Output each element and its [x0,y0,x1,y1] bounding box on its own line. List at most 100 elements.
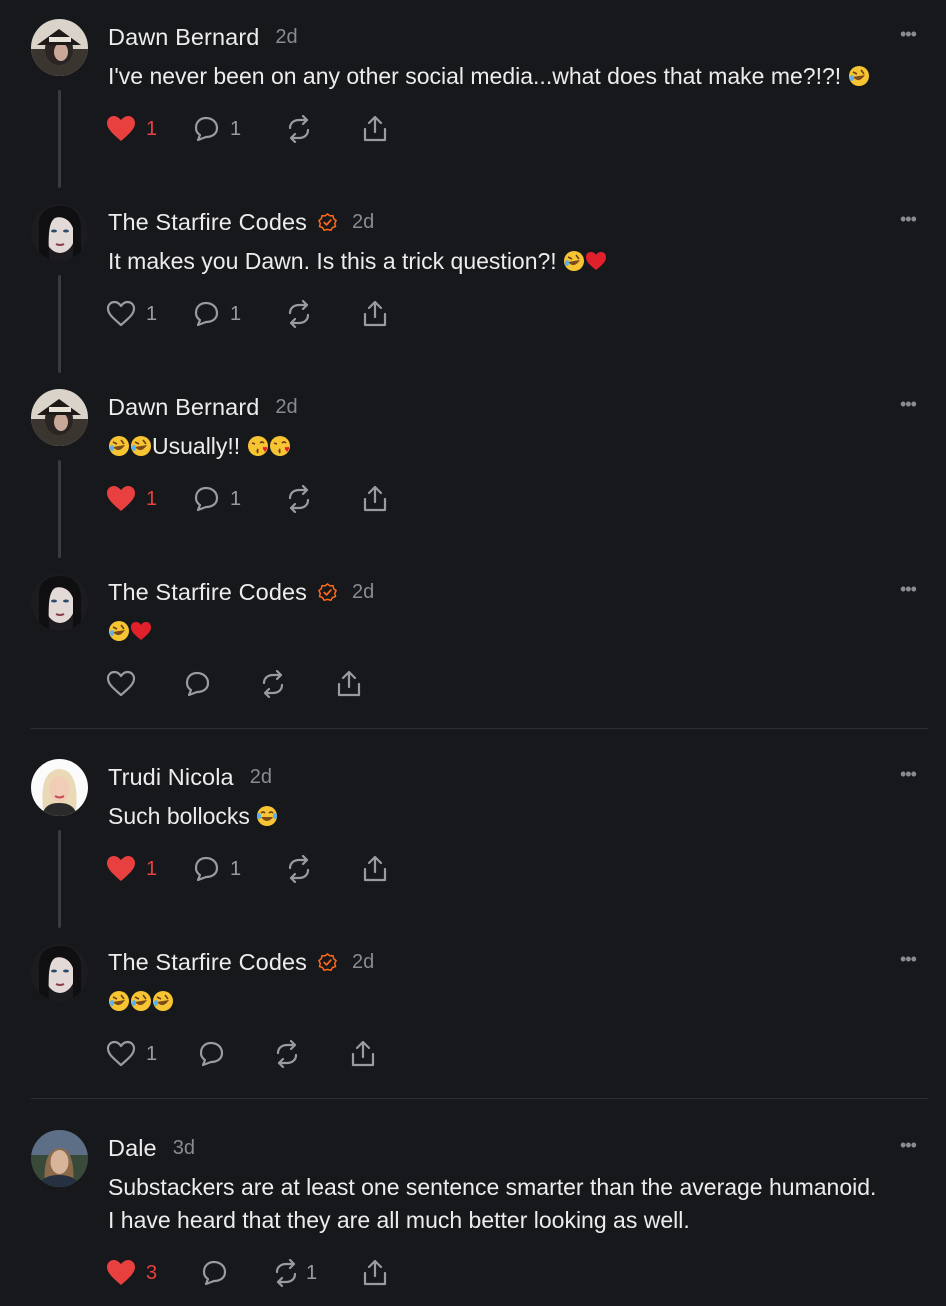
comment-text: It makes you Dawn. Is this a trick quest… [108,245,928,278]
timestamp[interactable]: 2d [352,581,374,604]
heart-icon [107,486,135,511]
comment-header: Dale 3d [108,1133,195,1163]
comment-bubble-icon [194,856,219,882]
rofl-emoji-icon [131,991,151,1011]
share-upload-icon [363,855,387,882]
reply-count: 1 [230,302,242,325]
avatar-dale[interactable] [31,1130,88,1187]
verified-badge-icon [318,212,338,231]
timestamp[interactable]: 2d [352,211,374,234]
thread-divider [31,1098,928,1099]
comment-actions: 1 1 [106,479,426,519]
more-dots-icon[interactable]: ••• [900,209,926,233]
author-name[interactable]: Dawn Bernard [108,24,259,51]
author-name[interactable]: The Starfire Codes [108,949,307,976]
reply-button[interactable]: 1 [192,479,241,519]
kiss-emoji-icon [269,436,290,456]
avatar-trudi-nicola[interactable] [31,759,88,816]
reply-button[interactable] [200,1253,238,1293]
share-button[interactable] [349,1034,377,1074]
comment-actions: 1 1 [106,109,426,149]
reply-button[interactable]: 1 [192,109,241,149]
share-upload-icon [363,115,387,142]
reply-button[interactable]: 1 [192,294,241,334]
heart-icon [106,300,136,327]
share-button[interactable] [361,109,389,149]
restack-button[interactable] [259,664,287,704]
share-button[interactable] [361,294,389,334]
avatar-dawn-bernard[interactable] [31,389,88,446]
like-button[interactable]: 1 [106,294,157,334]
share-button[interactable] [361,479,389,519]
reply-button[interactable]: 1 [192,849,241,889]
rofl-emoji-icon [131,436,151,456]
thread-line [58,830,61,928]
like-button[interactable]: 1 [106,1034,157,1074]
author-name[interactable]: Dale [108,1135,157,1162]
restack-count: 1 [306,1261,318,1284]
heart-icon [106,670,136,697]
timestamp[interactable]: 2d [275,26,297,49]
comment-text-content: It makes you Dawn. Is this a trick quest… [108,248,564,274]
rofl-emoji-icon [109,436,129,456]
comment-bubble-icon [199,1041,224,1067]
like-button[interactable]: 1 [106,109,157,149]
like-button[interactable] [106,664,136,704]
like-button[interactable]: 3 [106,1253,157,1293]
heart-icon [107,116,135,141]
heart-icon [106,1040,136,1067]
share-upload-icon [363,300,387,327]
author-name[interactable]: The Starfire Codes [108,209,307,236]
restack-button[interactable]: 1 [272,1253,317,1293]
restack-button[interactable] [285,109,323,149]
timestamp[interactable]: 2d [275,396,297,419]
share-button[interactable] [335,664,363,704]
restack-arrows-icon [276,1040,298,1068]
author-name[interactable]: Trudi Nicola [108,764,234,791]
red-heart-emoji-icon [131,622,151,640]
restack-button[interactable] [285,849,323,889]
thread-line [58,90,61,188]
timestamp[interactable]: 2d [250,766,272,789]
avatar-starfire-codes[interactable] [31,574,88,631]
comment-actions: 1 1 [106,849,426,889]
reply-count: 1 [230,857,242,880]
like-count: 1 [146,487,158,510]
more-dots-icon[interactable]: ••• [900,24,926,48]
more-dots-icon[interactable]: ••• [900,394,926,418]
restack-button[interactable] [273,1034,301,1074]
reply-button[interactable] [197,1034,225,1074]
like-button[interactable]: 1 [106,849,157,889]
reply-button[interactable] [183,664,211,704]
comment-text-content: I've never been on any other social medi… [108,63,848,89]
restack-button[interactable] [285,294,323,334]
restack-button[interactable] [285,479,323,519]
comment-text-content: Such bollocks [108,803,257,829]
timestamp[interactable]: 3d [173,1137,195,1160]
share-upload-icon [363,1259,387,1286]
author-name[interactable]: Dawn Bernard [108,394,259,421]
more-dots-icon[interactable]: ••• [900,579,926,603]
timestamp[interactable]: 2d [352,951,374,974]
comment-text-line: Substackers are at least one sentence sm… [108,1174,877,1200]
more-dots-icon[interactable]: ••• [900,764,926,788]
share-button[interactable] [361,849,389,889]
avatar-starfire-codes[interactable] [31,944,88,1001]
verified-badge-icon [318,582,338,601]
joy-emoji-icon [257,806,278,826]
avatar-dawn-bernard[interactable] [31,19,88,76]
comment-header: The Starfire Codes 2d [108,947,374,977]
avatar-starfire-codes[interactable] [31,204,88,261]
restack-arrows-icon [288,485,310,513]
like-button[interactable]: 1 [106,479,157,519]
comment-bubble-icon [194,486,219,512]
comment-text-line: I have heard that they are all much bett… [108,1207,690,1233]
comment-header: Dawn Bernard 2d [108,22,298,52]
share-button[interactable] [361,1253,389,1293]
restack-arrows-icon [288,855,310,883]
author-name[interactable]: The Starfire Codes [108,579,307,606]
comment-actions: 1 1 [106,294,426,334]
more-dots-icon[interactable]: ••• [900,949,926,973]
thread-line [58,460,61,558]
more-dots-icon[interactable]: ••• [900,1135,926,1159]
